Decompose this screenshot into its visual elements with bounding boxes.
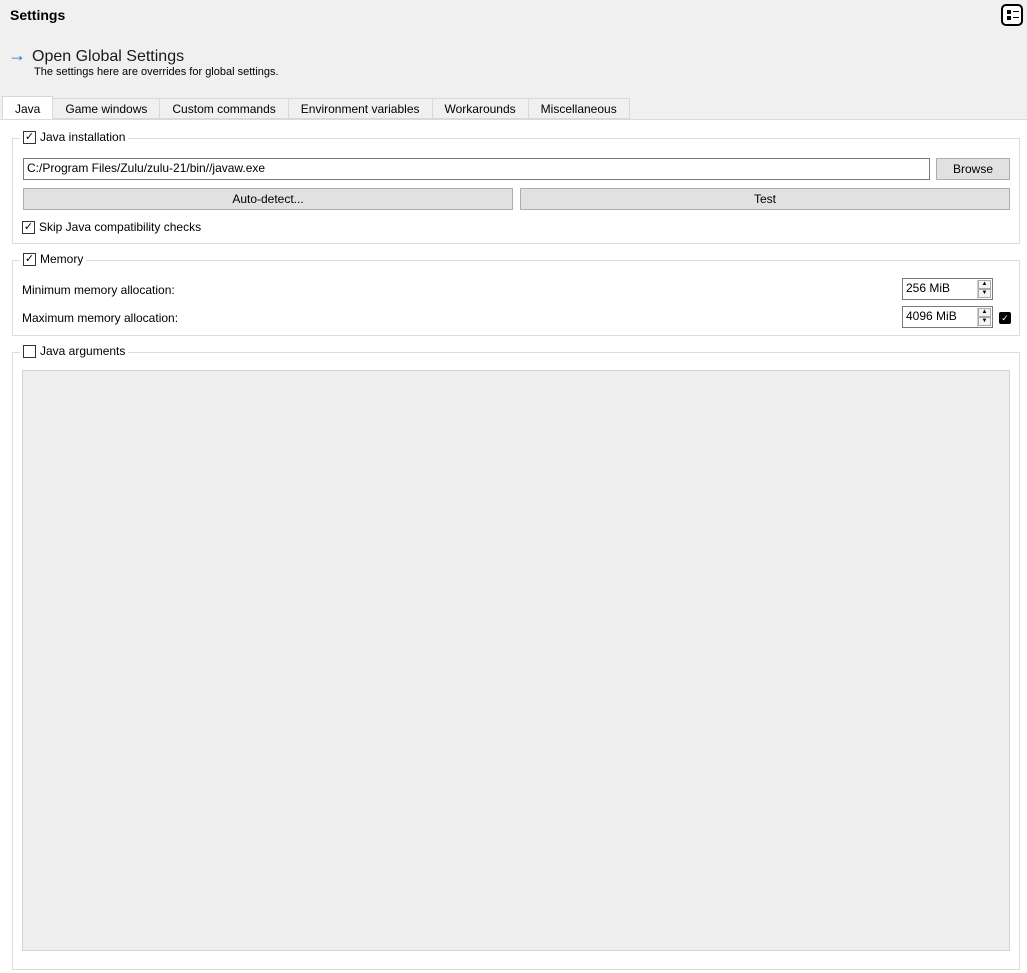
java-installation-group: ✓ Java installation C:/Program Files/Zulu… bbox=[12, 130, 1020, 244]
spin-up-icon[interactable]: ▲ bbox=[978, 308, 991, 317]
tab-workarounds[interactable]: Workarounds bbox=[432, 98, 529, 119]
java-path-input[interactable]: C:/Program Files/Zulu/zulu-21/bin//javaw… bbox=[23, 158, 930, 180]
skip-compat-label: Skip Java compatibility checks bbox=[39, 220, 202, 234]
max-memory-value: 4096 MiB bbox=[906, 309, 957, 323]
memory-group: ✓ Memory Minimum memory allocation: 256 M… bbox=[12, 252, 1020, 336]
memory-checkbox[interactable]: ✓ bbox=[23, 252, 36, 266]
header: Settings → Open Global Settings The setti… bbox=[0, 0, 1027, 120]
browse-button[interactable]: Browse bbox=[936, 158, 1010, 180]
tab-miscellaneous[interactable]: Miscellaneous bbox=[528, 98, 630, 119]
memory-ok-check-icon: ✓ bbox=[999, 312, 1011, 324]
memory-label: Memory bbox=[40, 252, 84, 266]
page-title: Settings bbox=[10, 7, 66, 23]
java-arguments-textarea[interactable] bbox=[22, 370, 1010, 951]
tab-custom-commands[interactable]: Custom commands bbox=[160, 98, 289, 119]
tab-game-windows[interactable]: Game windows bbox=[53, 98, 161, 119]
tab-environment-variables[interactable]: Environment variables bbox=[288, 98, 433, 119]
test-button[interactable]: Test bbox=[520, 188, 1010, 210]
link-label: Open Global Settings bbox=[32, 48, 185, 65]
subtitle: The settings here are overrides for glob… bbox=[34, 66, 279, 78]
spin-up-icon[interactable]: ▲ bbox=[978, 280, 991, 289]
tab-java[interactable]: Java bbox=[2, 96, 54, 119]
java-installation-label: Java installation bbox=[40, 130, 126, 144]
java-arguments-label: Java arguments bbox=[40, 344, 126, 358]
tab-bar: Java Game windows Custom commands Enviro… bbox=[2, 96, 630, 119]
java-arguments-checkbox[interactable] bbox=[23, 344, 36, 358]
max-memory-label: Maximum memory allocation: bbox=[22, 311, 179, 325]
min-memory-value: 256 MiB bbox=[906, 281, 951, 295]
auto-detect-button[interactable]: Auto-detect... bbox=[23, 188, 513, 210]
open-global-settings-link[interactable]: → Open Global Settings bbox=[8, 45, 184, 66]
max-memory-spinbox[interactable]: 4096 MiB ▲ ▼ bbox=[902, 306, 993, 328]
java-installation-checkbox[interactable]: ✓ bbox=[23, 130, 36, 144]
min-memory-spinbox[interactable]: 256 MiB ▲ ▼ bbox=[902, 278, 993, 300]
spin-down-icon[interactable]: ▼ bbox=[978, 289, 991, 298]
list-settings-icon[interactable] bbox=[1001, 4, 1023, 26]
arrow-right-icon: → bbox=[8, 45, 26, 65]
min-memory-label: Minimum memory allocation: bbox=[22, 283, 175, 297]
spin-down-icon[interactable]: ▼ bbox=[978, 317, 991, 326]
skip-compat-checkbox[interactable]: ✓ bbox=[22, 220, 35, 234]
java-arguments-group: Java arguments bbox=[12, 344, 1020, 970]
